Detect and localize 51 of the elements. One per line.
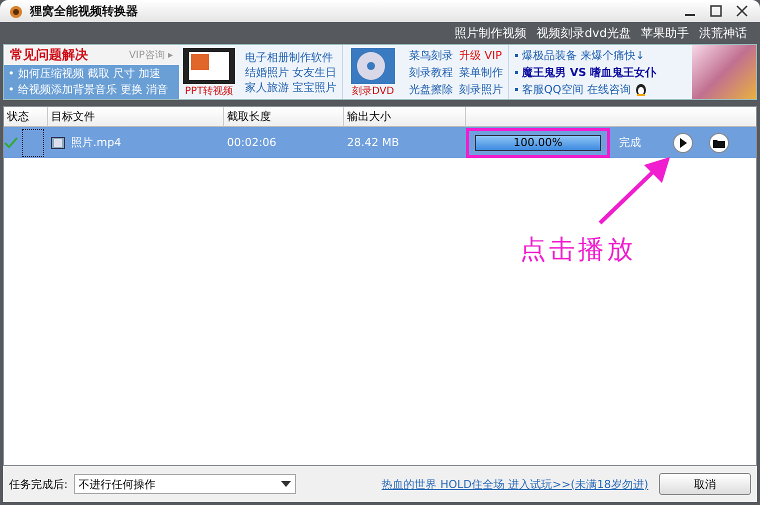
film-icon — [51, 136, 65, 148]
faq-title: 常见问题解决 — [10, 47, 88, 64]
top-link[interactable]: 视频刻录dvd光盘 — [536, 24, 631, 42]
promo-link[interactable]: 客服QQ空间 在线咨询 — [522, 80, 631, 98]
column-header[interactable]: 输出大小 — [344, 107, 466, 127]
maximize-icon — [710, 5, 722, 17]
promo-link[interactable]: 爆极品装备 来爆个痛快↓ — [522, 46, 645, 64]
ppt-label[interactable]: PPT转视频 — [184, 84, 234, 98]
penguin-icon — [634, 82, 647, 96]
promo-link[interactable]: 升级 VIP — [459, 46, 502, 64]
promo-link[interactable]: 魔王鬼男 VS 嗜血鬼王女仆 — [522, 64, 656, 80]
folder-button[interactable] — [709, 132, 729, 152]
bullet-icon — [515, 88, 518, 90]
after-task-label: 任务完成后: — [9, 476, 68, 492]
bullet-icon — [515, 70, 518, 74]
minimize-icon — [685, 14, 695, 16]
size-cell-text: 28.42 MB — [346, 135, 400, 151]
promo-link[interactable]: 光盘擦除 — [409, 80, 453, 98]
promo-link[interactable]: 菜单制作 — [459, 64, 503, 80]
cancel-button[interactable]: 取消 — [659, 473, 751, 495]
window-title: 狸窝全能视频转换器 — [30, 2, 139, 20]
play-button[interactable] — [673, 132, 693, 152]
dvd-label[interactable]: 刻录DVD — [352, 84, 394, 98]
promo-link[interactable]: 菜鸟刻录 — [409, 46, 453, 64]
top-link[interactable]: 洪荒神话 — [699, 24, 747, 42]
column-header[interactable]: 状态 — [4, 107, 48, 127]
play-icon — [679, 138, 687, 148]
column-header[interactable]: 目标文件 — [48, 107, 224, 127]
annotation-text: 点击播放 — [520, 234, 636, 267]
top-link[interactable]: 照片制作视频 — [454, 24, 527, 42]
after-task-dropdown[interactable]: 不进行任何操作 — [74, 474, 296, 494]
folder-icon — [713, 138, 725, 148]
bullet-icon — [515, 54, 518, 56]
promo-link[interactable]: 家人旅游 宝宝照片 — [245, 80, 336, 94]
file-name: 照片.mp4 — [71, 135, 122, 150]
promo-link[interactable]: 结婚照片 女友生日 — [245, 64, 336, 80]
duration-cell-text: 00:02:06 — [226, 135, 278, 151]
presentation-icon — [183, 48, 235, 84]
ad-link[interactable]: 热血的世界 HOLD住全场 进入试玩>>(未满18岁勿进) — [382, 476, 648, 492]
progress-fill: 100.00% — [476, 136, 600, 150]
top-link[interactable]: 苹果助手 — [641, 24, 689, 42]
app-logo-icon — [8, 3, 24, 19]
promo-link[interactable]: 电子相册制作软件 — [245, 50, 336, 64]
column-header[interactable]: 截取长度 — [224, 107, 344, 127]
status-text: 完成 — [618, 135, 641, 150]
task-row[interactable]: 照片.mp4 00:02:06 28.42 MB 100.00% 完成 — [4, 127, 756, 158]
close-icon — [736, 5, 748, 17]
dropdown-caret-icon — [280, 481, 291, 487]
thumbnail-frame — [22, 128, 44, 156]
promo-link[interactable]: 刻录教程 — [409, 64, 453, 80]
promo-link[interactable]: 刻录照片 — [459, 80, 503, 98]
